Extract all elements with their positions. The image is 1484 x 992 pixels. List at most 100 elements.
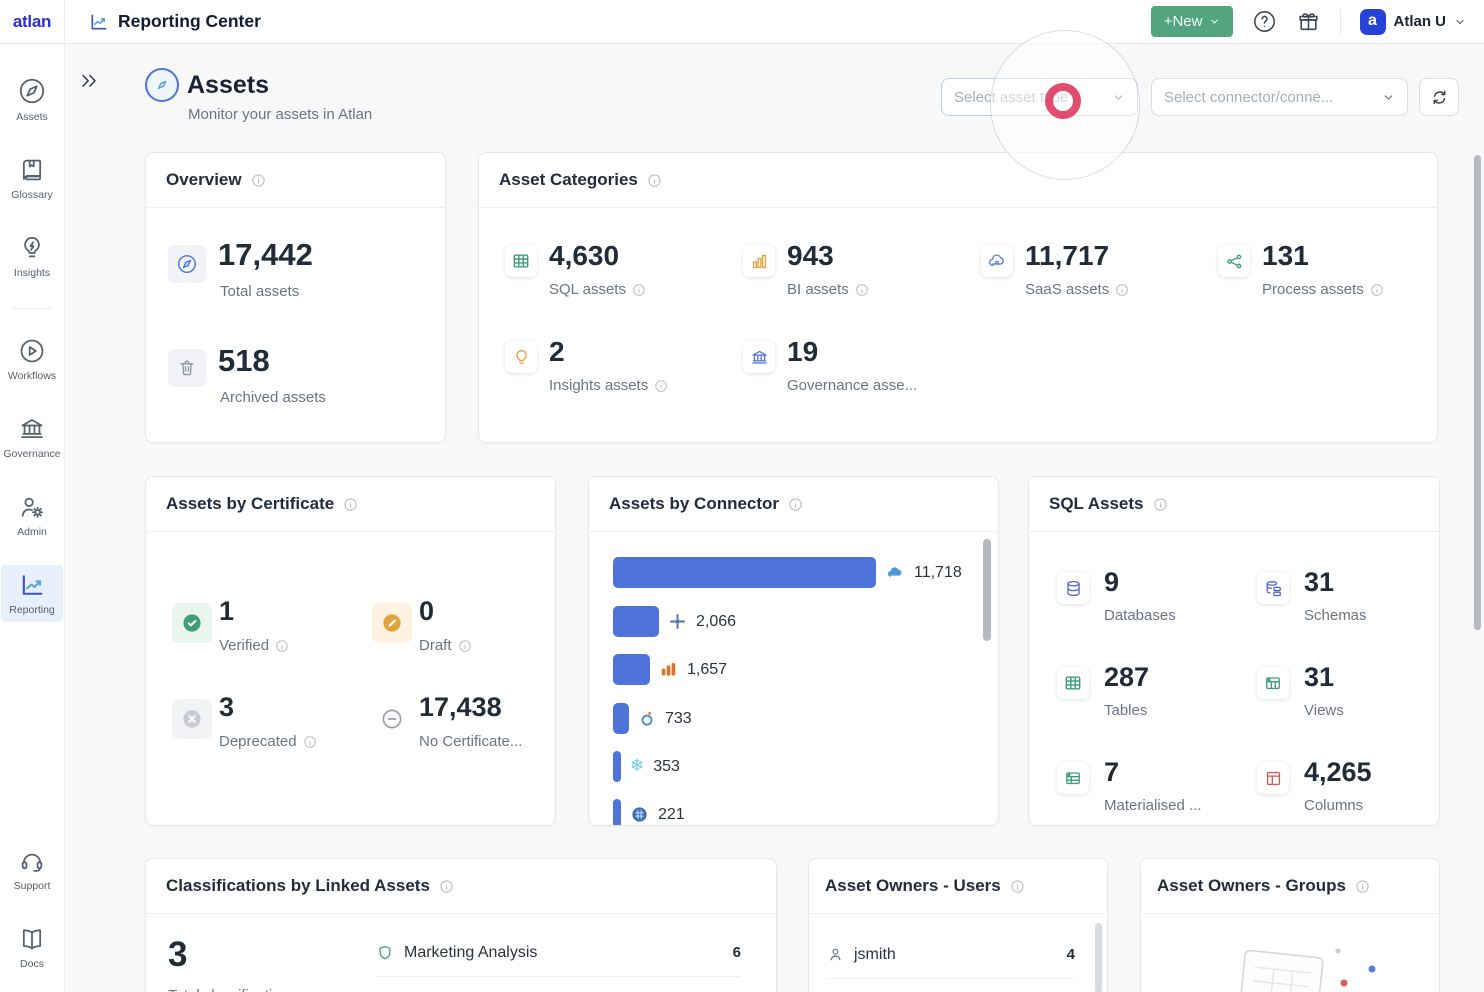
other-connector-icon bbox=[630, 805, 649, 824]
page-title: Assets bbox=[187, 68, 269, 102]
info-icon[interactable] bbox=[654, 379, 668, 393]
refresh-icon bbox=[1430, 88, 1449, 107]
sidebar-item-workflows[interactable]: Workflows bbox=[1, 331, 63, 388]
info-icon[interactable] bbox=[788, 497, 803, 512]
list-scrollbar[interactable] bbox=[1095, 923, 1102, 992]
sidebar-item-admin[interactable]: Admin bbox=[1, 487, 63, 544]
materialised-views-label: Materialised ... bbox=[1104, 797, 1202, 814]
card-title: Asset Categories bbox=[499, 170, 638, 190]
user-icon bbox=[827, 946, 844, 963]
gift-icon[interactable] bbox=[1296, 9, 1321, 34]
open-book-icon bbox=[18, 925, 46, 953]
database-icon bbox=[1057, 572, 1089, 604]
connector-bar[interactable] bbox=[613, 606, 659, 637]
info-icon[interactable] bbox=[303, 735, 317, 749]
bulb-bolt-icon bbox=[18, 234, 46, 262]
connector-bar[interactable] bbox=[613, 703, 629, 734]
bar-chart-icon bbox=[743, 245, 775, 277]
no-certificate-value: 17,438 bbox=[419, 693, 502, 721]
refresh-button[interactable] bbox=[1419, 78, 1459, 116]
connector-select[interactable]: Select connector/conne... bbox=[1151, 78, 1408, 116]
schema-icon bbox=[1257, 572, 1289, 604]
connector-bar[interactable] bbox=[613, 799, 621, 826]
stat-label-text: SaaS assets bbox=[1025, 281, 1109, 298]
classification-row[interactable]: Marketing Analysis 6 bbox=[376, 929, 741, 977]
archived-assets-value: 518 bbox=[218, 345, 270, 378]
help-icon[interactable] bbox=[1252, 9, 1277, 34]
user-menu[interactable]: a Atlan U bbox=[1360, 9, 1467, 35]
info-icon[interactable] bbox=[458, 639, 472, 653]
info-icon[interactable] bbox=[251, 173, 266, 188]
sidebar-item-insights[interactable]: Insights bbox=[1, 228, 63, 285]
info-icon[interactable] bbox=[275, 639, 289, 653]
atlan-logo[interactable]: atlan bbox=[13, 12, 51, 32]
shield-icon bbox=[376, 944, 394, 962]
chart-scrollbar[interactable] bbox=[983, 539, 991, 641]
connector-bar[interactable] bbox=[613, 557, 876, 588]
play-circle-icon bbox=[18, 337, 46, 365]
looker-icon bbox=[638, 710, 656, 728]
deprecated-label: Deprecated bbox=[219, 733, 317, 750]
sidebar-item-support[interactable]: Support bbox=[1, 841, 63, 898]
page-scrollbar[interactable] bbox=[1474, 155, 1481, 630]
connector-value: 221 bbox=[658, 806, 685, 824]
stat-label-text: No Certificate... bbox=[419, 733, 522, 750]
card-title: Asset Owners - Users bbox=[825, 876, 1001, 896]
table-grid-icon bbox=[505, 245, 537, 277]
connector-bar-row: 1,657 bbox=[613, 654, 727, 685]
info-icon[interactable] bbox=[647, 173, 662, 188]
view-table-icon bbox=[1257, 667, 1289, 699]
expand-sidebar-icon[interactable] bbox=[78, 70, 100, 92]
tables-label: Tables bbox=[1104, 702, 1147, 719]
headset-icon bbox=[18, 847, 46, 875]
bank-icon bbox=[743, 341, 775, 373]
connector-value: 353 bbox=[653, 758, 680, 776]
sidebar-item-label: Support bbox=[14, 880, 51, 892]
tables-value: 287 bbox=[1104, 663, 1149, 691]
info-icon[interactable] bbox=[1153, 497, 1168, 512]
chevron-down-icon bbox=[1454, 16, 1466, 28]
sidebar-item-glossary[interactable]: Glossary bbox=[1, 150, 63, 207]
draft-value: 0 bbox=[419, 597, 434, 625]
asset-type-select[interactable]: Select asset type bbox=[941, 78, 1138, 116]
connector-value: 2,066 bbox=[696, 613, 736, 631]
connector-value: 11,718 bbox=[914, 564, 962, 582]
columns-label: Columns bbox=[1304, 797, 1363, 814]
card-title: Asset Owners - Groups bbox=[1157, 876, 1346, 896]
connector-placeholder: Select connector/conne... bbox=[1164, 89, 1382, 106]
new-button[interactable]: +New bbox=[1151, 6, 1233, 37]
compass-icon bbox=[168, 245, 206, 283]
sidebar-item-assets[interactable]: Assets bbox=[1, 70, 63, 129]
asset-type-placeholder: Select asset type bbox=[954, 89, 1112, 106]
page-subtitle: Monitor your assets in Atlan bbox=[188, 106, 372, 123]
sidebar-item-docs[interactable]: Docs bbox=[1, 919, 63, 976]
info-icon[interactable] bbox=[1355, 879, 1370, 894]
info-icon[interactable] bbox=[343, 497, 358, 512]
info-icon[interactable] bbox=[1115, 283, 1129, 297]
info-icon[interactable] bbox=[855, 283, 869, 297]
sidebar-item-reporting[interactable]: Reporting bbox=[1, 565, 63, 622]
info-icon[interactable] bbox=[439, 879, 454, 894]
sidebar-item-governance[interactable]: Governance bbox=[1, 409, 63, 466]
connector-bar[interactable] bbox=[613, 654, 650, 685]
assets-compass-icon bbox=[145, 68, 179, 102]
info-icon[interactable] bbox=[632, 283, 646, 297]
owner-user-row[interactable]: jsmith 4 bbox=[827, 931, 1075, 979]
book-icon bbox=[18, 156, 46, 184]
draft-label: Draft bbox=[419, 637, 472, 654]
assets-by-connector-card: Assets by Connector 11,718 2,066 1,657 7… bbox=[588, 476, 999, 826]
bank-icon bbox=[18, 415, 46, 443]
card-title: Classifications by Linked Assets bbox=[166, 876, 430, 896]
info-icon[interactable] bbox=[1370, 283, 1384, 297]
stat-label-text: Process assets bbox=[1262, 281, 1364, 298]
databases-label: Databases bbox=[1104, 607, 1176, 624]
verified-label: Verified bbox=[219, 637, 289, 654]
total-classifications-label: Total classifications bbox=[168, 987, 296, 992]
saas-assets-label: SaaS assets bbox=[1025, 281, 1129, 298]
connector-bar[interactable] bbox=[613, 751, 621, 782]
stat-label-text: Draft bbox=[419, 637, 452, 654]
asset-categories-card: Asset Categories 4,630 SQL assets 943 BI… bbox=[478, 152, 1438, 443]
chevron-down-icon bbox=[1382, 91, 1395, 104]
info-icon[interactable] bbox=[1010, 879, 1025, 894]
connector-bar-row: 11,718 bbox=[613, 557, 962, 588]
